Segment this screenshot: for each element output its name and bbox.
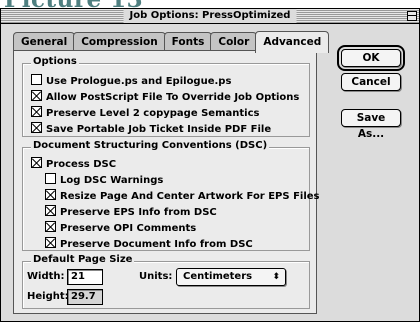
log-dsc-warnings-checkbox[interactable]: Log DSC Warnings bbox=[45, 173, 163, 187]
checkbox-box[interactable] bbox=[31, 157, 42, 168]
checkbox-label: Use Prologue.ps and Epilogue.ps bbox=[46, 76, 232, 87]
title-bar[interactable]: Job Options: PressOptimized bbox=[1, 9, 419, 24]
page-size-group-title: Default Page Size bbox=[31, 254, 135, 265]
checkbox-label: Preserve Document Info from DSC bbox=[60, 239, 253, 250]
preserve-eps-info-checkbox[interactable]: Preserve EPS Info from DSC bbox=[45, 205, 217, 219]
advanced-panel: Options Use Prologue.ps and Epilogue.ps … bbox=[13, 50, 320, 314]
checkbox-label: Log DSC Warnings bbox=[60, 175, 164, 186]
preserve-copypage-checkbox[interactable]: Preserve Level 2 copypage Semantics bbox=[31, 106, 259, 120]
width-label: Width: bbox=[27, 271, 65, 282]
checkbox-label: Save Portable Job Ticket Inside PDF File bbox=[46, 124, 272, 135]
use-prologue-checkbox[interactable]: Use Prologue.ps and Epilogue.ps bbox=[31, 74, 231, 88]
checkbox-box[interactable] bbox=[31, 122, 42, 133]
checkbox-label: Resize Page And Center Artwork For EPS F… bbox=[60, 191, 320, 202]
options-group-title: Options bbox=[31, 56, 79, 67]
job-options-window: Job Options: PressOptimized General Compr… bbox=[0, 8, 420, 322]
units-select[interactable]: Centimeters ⬍ bbox=[176, 268, 286, 286]
cancel-button[interactable]: Cancel bbox=[341, 73, 401, 91]
checkbox-box[interactable] bbox=[45, 189, 56, 200]
tab-fonts[interactable]: Fonts bbox=[163, 32, 213, 51]
checkbox-box[interactable] bbox=[45, 221, 56, 232]
tab-compression[interactable]: Compression bbox=[73, 32, 166, 51]
ok-button[interactable]: OK bbox=[337, 45, 405, 71]
tab-color[interactable]: Color bbox=[210, 32, 258, 51]
preserve-doc-info-checkbox[interactable]: Preserve Document Info from DSC bbox=[45, 237, 253, 251]
checkbox-label: Process DSC bbox=[46, 159, 117, 170]
units-label: Units: bbox=[139, 271, 173, 282]
page-size-group: Default Page Size Width: 21 Units: Centi… bbox=[22, 254, 310, 309]
options-group: Options Use Prologue.ps and Epilogue.ps … bbox=[22, 56, 310, 137]
checkbox-box[interactable] bbox=[31, 106, 42, 117]
resize-page-eps-checkbox[interactable]: Resize Page And Center Artwork For EPS F… bbox=[45, 189, 320, 203]
allow-ps-override-checkbox[interactable]: Allow PostScript File To Override Job Op… bbox=[31, 90, 299, 104]
tab-advanced[interactable]: Advanced bbox=[255, 31, 330, 53]
checkbox-box[interactable] bbox=[45, 237, 56, 248]
checkbox-box[interactable] bbox=[45, 173, 56, 184]
height-field[interactable]: 29.7 bbox=[67, 289, 103, 305]
tab-bar: General Compression Fonts Color Advanced bbox=[13, 29, 330, 53]
checkbox-label: Preserve OPI Comments bbox=[60, 223, 197, 234]
window-title: Job Options: PressOptimized bbox=[123, 9, 297, 23]
tab-general[interactable]: General bbox=[13, 32, 76, 51]
units-value: Centimeters bbox=[183, 271, 253, 282]
checkbox-box[interactable] bbox=[45, 205, 56, 216]
checkbox-label: Preserve EPS Info from DSC bbox=[60, 207, 217, 218]
dsc-group: Document Structuring Conventions (DSC) P… bbox=[22, 140, 320, 251]
updown-arrows-icon: ⬍ bbox=[272, 272, 280, 282]
save-job-ticket-checkbox[interactable]: Save Portable Job Ticket Inside PDF File bbox=[31, 122, 271, 136]
checkbox-box[interactable] bbox=[31, 90, 42, 101]
width-field[interactable]: 21 bbox=[67, 269, 103, 285]
process-dsc-checkbox[interactable]: Process DSC bbox=[31, 157, 116, 171]
collapse-box-icon[interactable] bbox=[407, 11, 417, 21]
dsc-group-title: Document Structuring Conventions (DSC) bbox=[31, 140, 270, 151]
preserve-opi-checkbox[interactable]: Preserve OPI Comments bbox=[45, 221, 196, 235]
checkbox-label: Preserve Level 2 copypage Semantics bbox=[46, 108, 260, 119]
height-label: Height: bbox=[27, 291, 69, 302]
checkbox-label: Allow PostScript File To Override Job Op… bbox=[46, 92, 300, 103]
checkbox-box[interactable] bbox=[31, 74, 42, 85]
save-as-button[interactable]: Save As... bbox=[341, 109, 401, 140]
